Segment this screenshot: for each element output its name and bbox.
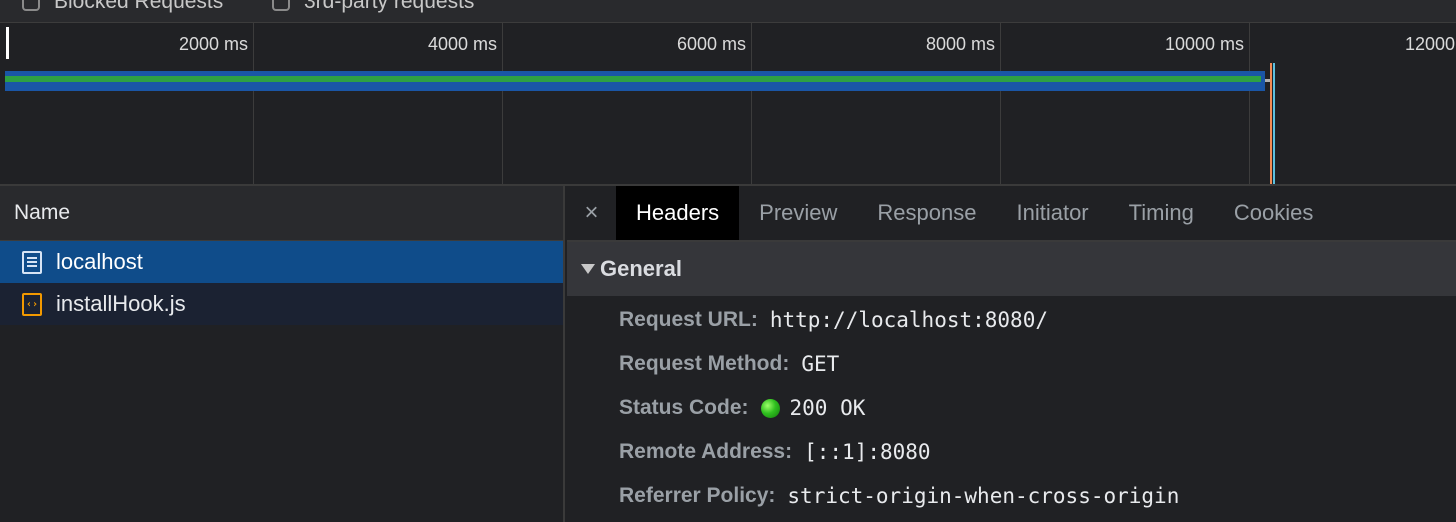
remote-address-label: Remote Address: bbox=[619, 440, 793, 463]
name-column-label: Name bbox=[14, 201, 71, 224]
timeline-tick-label: 4000 ms bbox=[427, 34, 497, 54]
timeline-tick-label: 6000 ms bbox=[676, 34, 746, 54]
third-party-requests-label: 3rd-party requests bbox=[304, 0, 475, 13]
third-party-requests-checkbox[interactable] bbox=[272, 0, 290, 11]
blocked-requests-label: Blocked Requests bbox=[54, 0, 224, 13]
blocked-requests-filter[interactable]: Blocked Requests bbox=[22, 0, 223, 14]
name-column-header[interactable]: Name bbox=[0, 186, 563, 241]
caret-down-icon bbox=[581, 264, 595, 274]
timeline-tick-label: 10000 ms bbox=[1164, 34, 1244, 54]
status-code-label: Status Code: bbox=[619, 396, 749, 419]
request-row-installhook[interactable]: ‹› installHook.js bbox=[0, 283, 563, 325]
request-url-row: Request URL: http://localhost:8080/ bbox=[619, 304, 1048, 336]
status-code-row: Status Code: 200 OK bbox=[619, 392, 865, 424]
request-waterfall-bar bbox=[5, 71, 1265, 91]
details-tab-bar: × Headers Preview Response Initiator Tim… bbox=[567, 186, 1456, 242]
document-icon bbox=[22, 250, 42, 274]
tab-response[interactable]: Response bbox=[857, 186, 996, 240]
request-url-label: Request URL: bbox=[619, 308, 758, 331]
tab-initiator[interactable]: Initiator bbox=[996, 186, 1108, 240]
general-section-title: General bbox=[600, 256, 682, 281]
referrer-policy-label: Referrer Policy: bbox=[619, 484, 776, 507]
overview-selection-handle[interactable] bbox=[6, 27, 9, 59]
general-section-header[interactable]: General bbox=[567, 242, 1456, 296]
timeline-gridline bbox=[1249, 23, 1250, 184]
blocked-requests-checkbox[interactable] bbox=[22, 0, 40, 11]
tab-timing[interactable]: Timing bbox=[1109, 186, 1214, 240]
requests-pane: Name localhost ‹› installHook.js bbox=[0, 186, 565, 522]
timeline-gridline bbox=[751, 23, 752, 184]
request-name: localhost bbox=[56, 249, 143, 274]
timeline-tick-label: 2000 ms bbox=[178, 34, 248, 54]
remote-address-value: [::1]:8080 bbox=[804, 440, 931, 464]
status-code-value: 200 OK bbox=[789, 396, 866, 420]
filter-bar: Blocked Requests 3rd-party requests bbox=[0, 0, 1456, 23]
request-waterfall-fill bbox=[5, 76, 1261, 82]
request-method-label: Request Method: bbox=[619, 352, 790, 375]
tab-cookies[interactable]: Cookies bbox=[1214, 186, 1333, 240]
referrer-policy-row: Referrer Policy: strict-origin-when-cros… bbox=[619, 480, 1179, 512]
request-url-value: http://localhost:8080/ bbox=[769, 308, 1048, 332]
referrer-policy-value: strict-origin-when-cross-origin bbox=[787, 484, 1180, 508]
timeline-gridline bbox=[502, 23, 503, 184]
request-method-value: GET bbox=[801, 352, 840, 376]
close-details-button[interactable]: × bbox=[567, 186, 616, 240]
timeline-tick-label: 12000 bbox=[1405, 34, 1456, 54]
load-event-marker bbox=[1270, 63, 1272, 184]
timeline-gridline bbox=[253, 23, 254, 184]
status-ok-icon bbox=[760, 398, 780, 418]
script-icon: ‹› bbox=[22, 292, 42, 316]
remote-address-row: Remote Address: [::1]:8080 bbox=[619, 436, 931, 468]
request-details-pane: × Headers Preview Response Initiator Tim… bbox=[567, 186, 1456, 522]
request-name: installHook.js bbox=[56, 291, 186, 316]
timeline-gridline bbox=[1000, 23, 1001, 184]
request-method-row: Request Method: GET bbox=[619, 348, 839, 380]
timeline-overview[interactable]: 2000 ms 4000 ms 6000 ms 8000 ms 10000 ms… bbox=[0, 23, 1456, 186]
dom-content-loaded-marker bbox=[1273, 63, 1275, 184]
tab-headers[interactable]: Headers bbox=[616, 186, 740, 240]
timeline-tick-label: 8000 ms bbox=[925, 34, 995, 54]
request-row-localhost[interactable]: localhost bbox=[0, 241, 563, 283]
third-party-requests-filter[interactable]: 3rd-party requests bbox=[272, 0, 474, 14]
tab-preview[interactable]: Preview bbox=[739, 186, 857, 240]
